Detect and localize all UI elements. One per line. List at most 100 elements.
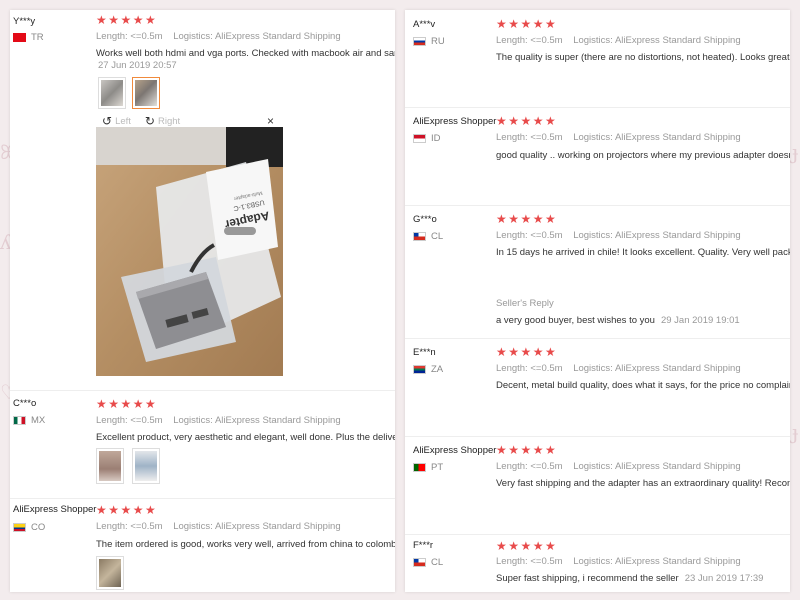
seller-reply-title: Seller's Reply [496,298,554,309]
logistics-value: AliExpress Standard Shipping [214,415,341,426]
length-label: Length: [496,556,528,567]
country-code: CO [31,522,46,533]
length-value: <=0.5m [530,35,563,46]
rotate-right-icon[interactable]: ↻ [145,114,155,128]
review-item: G***o CL ★★★★★ Length: <=0.5m Logistics:… [405,205,790,339]
reviewer-country: ID [413,133,441,144]
review-item: AliExpress Shopper ID ★★★★★ Length: <=0.… [405,107,790,206]
logistics-value: AliExpress Standard Shipping [214,31,341,42]
length-value: <=0.5m [530,230,563,241]
length-value: <=0.5m [530,461,563,472]
flag-cl-icon [413,558,426,567]
photo-viewer-toolbar: ↺ Left ↻ Right [102,114,180,128]
review-photo-thumbnail-selected[interactable] [132,77,160,109]
country-code: TR [31,32,44,43]
review-text: The quality is super (there are no disto… [496,52,790,63]
review-photo-thumbnail[interactable] [96,448,124,484]
review-text-body: Super fast shipping, i recommend the sel… [496,573,679,584]
reviewer-country: CL [413,557,443,568]
logistics-value: AliExpress Standard Shipping [614,35,741,46]
star-rating: ★★★★★ [496,443,558,457]
review-text: Decent, metal build quality, does what i… [496,380,790,391]
star-rating: ★★★★★ [96,397,158,411]
rotate-left-icon[interactable]: ↺ [102,114,112,128]
length-value: <=0.5m [530,132,563,143]
review-text: In 15 days he arrived in chile! It looks… [496,247,790,258]
length-label: Length: [496,461,528,472]
logistics-label: Logistics: [173,415,213,426]
reviewer-country: PT [413,462,443,473]
rotate-left-label[interactable]: Left [115,116,131,127]
review-photo-thumbnail[interactable] [98,77,126,109]
review-text: Very fast shipping and the adapter has a… [496,478,790,489]
reviews-panel-right: A***v RU ★★★★★ Length: <=0.5m Logistics:… [405,10,790,592]
review-meta: Length: <=0.5m Logistics: AliExpress Sta… [496,35,741,46]
review-meta: Length: <=0.5m Logistics: AliExpress Sta… [96,415,341,426]
review-item: F***r CL ★★★★★ Length: <=0.5m Logistics:… [405,534,790,592]
review-item: A***v RU ★★★★★ Length: <=0.5m Logistics:… [405,10,790,108]
review-photo-thumbnail[interactable] [132,448,160,484]
seller-reply-text: a very good buyer, best wishes to you [496,315,655,326]
country-code: PT [431,462,444,473]
review-text: Super fast shipping, i recommend the sel… [496,573,763,584]
length-value: <=0.5m [130,521,163,532]
logistics-label: Logistics: [573,556,613,567]
logistics-label: Logistics: [573,35,613,46]
country-code: ZA [431,364,444,375]
review-item: C***o MX ★★★★★ Length: <=0.5m Logistics:… [10,390,395,499]
reviewer-name: C***o [13,398,37,409]
review-meta: Length: <=0.5m Logistics: AliExpress Sta… [496,556,741,567]
logistics-value: AliExpress Standard Shipping [614,230,741,241]
length-label: Length: [96,415,128,426]
review-date: 23 Jun 2019 17:39 [684,573,764,584]
length-value: <=0.5m [130,31,163,42]
review-item: AliExpress Shopper PT ★★★★★ Length: <=0.… [405,436,790,535]
country-code: RU [431,36,445,47]
review-text: Works well both hdmi and vga ports. Chec… [96,48,395,59]
length-value: <=0.5m [130,415,163,426]
close-viewer-button[interactable]: × [267,114,274,128]
review-text: The item ordered is good, works very wel… [96,539,395,550]
review-meta: Length: <=0.5m Logistics: AliExpress Sta… [496,363,741,374]
length-value: <=0.5m [530,556,563,567]
review-photo-thumbnail[interactable] [96,556,124,590]
review-text-body: The quality is super (there are no disto… [496,52,790,63]
review-item: Y***y TR ★★★★★ Length: <=0.5m Logistics:… [10,10,395,391]
reviewer-name: AliExpress Shopper [13,504,97,515]
star-rating: ★★★★★ [96,503,158,517]
length-label: Length: [496,363,528,374]
logistics-value: AliExpress Standard Shipping [614,556,741,567]
review-text: good quality .. working on projectors wh… [496,150,790,161]
star-rating: ★★★★★ [496,345,558,359]
length-label: Length: [496,35,528,46]
flag-pt-icon [413,463,426,472]
product-photo-illustration: Adapter USB3.1-C Multi-adapter [96,127,283,376]
logistics-label: Logistics: [173,521,213,532]
reviewer-name: AliExpress Shopper [413,445,497,456]
star-rating: ★★★★★ [496,539,558,553]
reviewer-country: MX [13,415,45,426]
reviews-panel-left: Y***y TR ★★★★★ Length: <=0.5m Logistics:… [10,10,395,592]
length-label: Length: [96,521,128,532]
reviewer-country: TR [13,32,44,43]
review-item: E***n ZA ★★★★★ Length: <=0.5m Logistics:… [405,338,790,437]
reviewer-name: E***n [413,347,436,358]
flag-ru-icon [413,37,426,46]
reviewer-country: ZA [413,364,443,375]
reviewer-name: Y***y [13,16,36,27]
logistics-label: Logistics: [573,230,613,241]
star-rating: ★★★★★ [496,114,558,128]
country-code: MX [31,415,46,426]
reviewer-country: CO [13,522,45,533]
length-label: Length: [496,132,528,143]
flag-co-icon [13,523,26,532]
country-code: ID [431,133,441,144]
star-rating: ★★★★★ [496,17,558,31]
logistics-value: AliExpress Standard Shipping [214,521,341,532]
reviewer-name: A***v [413,19,436,30]
rotate-right-label[interactable]: Right [158,116,180,127]
length-value: <=0.5m [530,363,563,374]
background-doodle: ɟ [792,140,799,164]
logistics-label: Logistics: [573,461,613,472]
review-meta: Length: <=0.5m Logistics: AliExpress Sta… [96,521,341,532]
